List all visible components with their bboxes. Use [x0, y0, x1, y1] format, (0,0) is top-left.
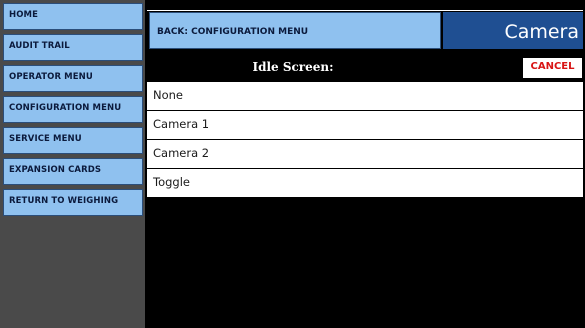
setting-title: Idle Screen:: [252, 60, 334, 74]
sidebar-item-return-to-weighing[interactable]: RETURN TO WEIGHING: [3, 189, 143, 216]
sidebar-item-home[interactable]: HOME: [3, 3, 143, 30]
sidebar-item-expansion-cards[interactable]: EXPANSION CARDS: [3, 158, 143, 185]
sidebar-item-service-menu[interactable]: SERVICE MENU: [3, 127, 143, 154]
sidebar: HOME AUDIT TRAIL OPERATOR MENU CONFIGURA…: [0, 0, 145, 328]
main-panel: BACK: CONFIGURATION MENU Camera Idle Scr…: [145, 0, 585, 328]
sidebar-item-operator-menu[interactable]: OPERATOR MENU: [3, 65, 143, 92]
sidebar-item-audit-trail[interactable]: AUDIT TRAIL: [3, 34, 143, 61]
cancel-button[interactable]: CANCEL: [523, 58, 582, 78]
option-list: None Camera 1 Camera 2 Toggle: [147, 82, 583, 198]
header-bar: BACK: CONFIGURATION MENU Camera: [147, 10, 583, 50]
back-button[interactable]: BACK: CONFIGURATION MENU: [149, 12, 441, 49]
option-camera-1[interactable]: Camera 1: [147, 111, 583, 140]
subheader-bar: Idle Screen: CANCEL: [147, 55, 583, 80]
option-toggle[interactable]: Toggle: [147, 169, 583, 198]
sidebar-item-configuration-menu[interactable]: CONFIGURATION MENU: [3, 96, 143, 123]
page-title: Camera: [443, 12, 583, 49]
option-none[interactable]: None: [147, 82, 583, 111]
option-camera-2[interactable]: Camera 2: [147, 140, 583, 169]
